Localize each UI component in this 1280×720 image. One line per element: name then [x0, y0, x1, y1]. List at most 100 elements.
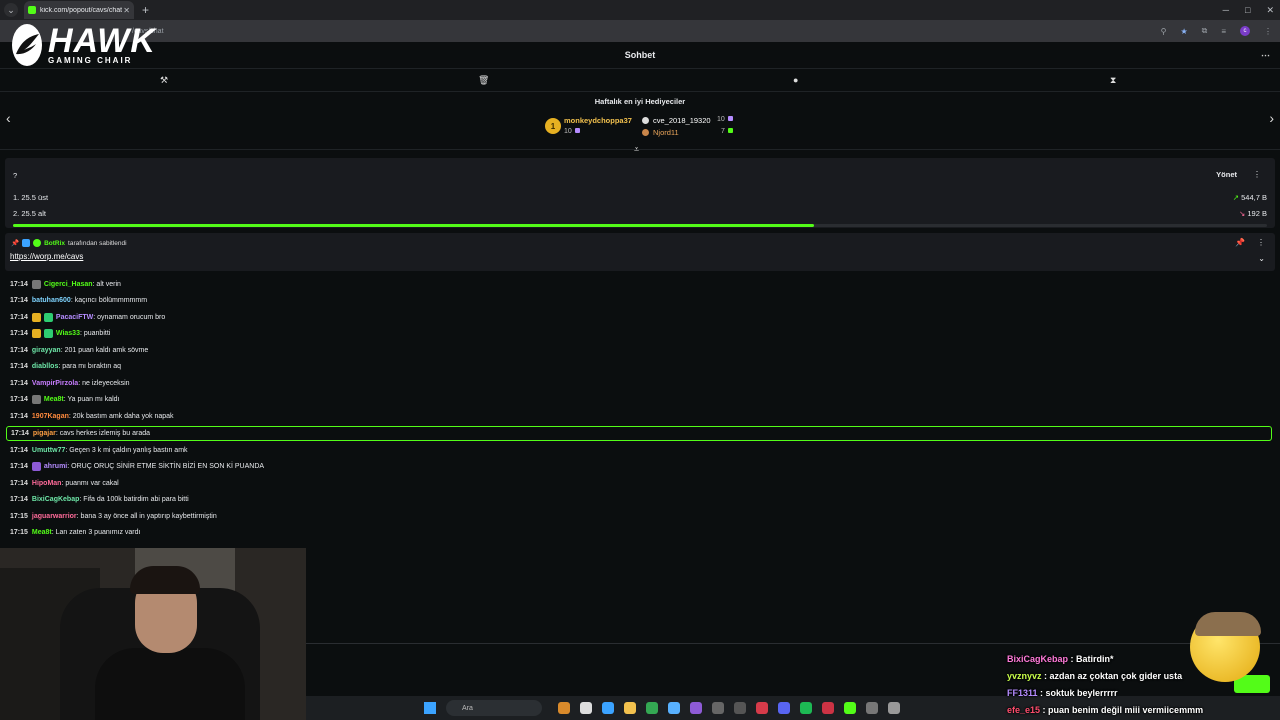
pinned-link[interactable]: https://worp.me/cavs [10, 252, 83, 261]
windows-start-icon[interactable] [424, 702, 436, 714]
gifter-1-name[interactable]: monkeydchoppa37 [564, 116, 632, 125]
pinned-action: tarafından sabitlendi [68, 239, 127, 247]
trend-up-icon: ↗ [1232, 193, 1240, 202]
chat-message[interactable]: 17:14 Cigerci_Hasan: alt verin [10, 277, 1272, 292]
overlay-chat-line: FF1311 : soktuk beylerrrrr [1007, 688, 1118, 698]
chevron-left-icon[interactable]: ‹ [6, 110, 11, 126]
close-window-icon[interactable]: ✕ [1266, 5, 1274, 16]
taskbar-app-icon[interactable] [844, 702, 856, 714]
gifter-badge-icon [43, 313, 53, 322]
poll-option-1-value: ↗ 544,7 B [1232, 193, 1267, 202]
verified-badge-icon [33, 239, 42, 247]
gifter-3-count: 7 [721, 128, 733, 135]
browser-tab[interactable]: kick.com/popout/cavs/chat ✕ [24, 1, 134, 19]
chat-message[interactable]: 17:14 1907Kagan: 20k bastım amk daha yok … [10, 409, 1272, 424]
chat-message[interactable]: 17:14 Mea8t: Ya puan mı kaldı [10, 392, 1272, 407]
bot-badge-icon [22, 239, 31, 247]
chat-message[interactable]: 17:14 Umuttw77: Geçen 3 k mi çaldın yanlı… [10, 443, 1272, 458]
chat-message[interactable]: 17:15 Mea8t: Lan zaten 3 puanımız vardı [10, 525, 1272, 540]
prediction-poll: ? Yönet ⋮ 1. 25.5 üst ↗ 544,7 B 2. 25.5 … [5, 158, 1275, 228]
chat-message[interactable]: 17:14 VampirPirzola: ne izleyeceksin [10, 376, 1272, 391]
taskbar-app-icon[interactable] [866, 702, 878, 714]
chat-bubble-icon[interactable]: ● [793, 75, 798, 85]
poll-option-1[interactable]: 1. 25.5 üst [13, 193, 48, 202]
close-tab-icon[interactable]: ✕ [123, 6, 130, 15]
chat-title: Sohbet [624, 50, 656, 60]
webcam-overlay [0, 548, 306, 720]
zoom-icon[interactable]: ⚲ [1161, 27, 1167, 36]
pinned-author[interactable]: BotRix [44, 240, 65, 247]
hawk-emblem-icon [12, 24, 42, 66]
taskbar-app-icon[interactable] [690, 702, 702, 714]
gift-gem-icon [574, 128, 580, 133]
gift-gem-icon [727, 128, 733, 133]
minimize-icon[interactable]: ─ [1223, 5, 1229, 15]
chat-message[interactable]: 17:14 ahrumi: ORUÇ ORUÇ SİNİR ETME SİKTİN… [10, 459, 1272, 474]
taskbar-app-icon[interactable] [712, 702, 724, 714]
new-tab-icon[interactable]: + [142, 3, 149, 17]
taskbar-app-icon[interactable] [558, 702, 570, 714]
bronze-medal-icon [642, 129, 649, 136]
gifter-2-name: cve_2018_19320 [653, 116, 711, 125]
spotify-icon[interactable] [800, 702, 812, 714]
poll-question: ? [13, 171, 18, 180]
silver-medal-icon [642, 117, 649, 124]
poll-option-2-value: ↘ 192 B [1239, 209, 1267, 218]
poll-more-icon[interactable]: ⋮ [1253, 170, 1261, 179]
chevron-down-icon[interactable]: ⌄ [1258, 254, 1265, 263]
taskbar-app-icon[interactable] [822, 702, 834, 714]
chat-message[interactable]: 17:14 diabllos: para mı bıraktın aq [10, 359, 1272, 374]
taskbar-app-icon[interactable] [668, 702, 680, 714]
bookmark-star-icon[interactable]: ★ [1180, 27, 1187, 36]
trend-down-icon: ↘ [1239, 209, 1246, 218]
profile-avatar[interactable]: c [1240, 26, 1250, 36]
top-gifters-panel: ‹ Haftalık en iyi Hediyeciler 1 monkeydc… [0, 92, 1280, 154]
gifter-3-row[interactable]: Njord11 [642, 128, 679, 137]
taskbar-app-icon[interactable] [580, 702, 592, 714]
unpin-icon[interactable]: 📌 [1235, 238, 1245, 247]
slow-mode-hourglass-icon[interactable]: ⧗ [1110, 75, 1116, 86]
gift-gem-icon [727, 116, 733, 121]
pinned-more-icon[interactable]: ⋮ [1257, 238, 1265, 247]
extensions-icon[interactable]: ⧉ [1202, 26, 1208, 36]
poll-manage-button[interactable]: Yönet [1216, 170, 1237, 179]
trash-icon[interactable]: 🗑 [478, 75, 489, 86]
taskbar-app-icon[interactable] [734, 702, 746, 714]
taskbar-app-icon[interactable] [888, 702, 900, 714]
gifters-title: Haftalık en iyi Hediyeciler [594, 97, 686, 106]
logo-brand: HAWK [48, 21, 156, 60]
chat-message[interactable]: 17:14 PacaciFTW: oynamam orucum bro [10, 310, 1272, 325]
kick-favicon-icon [28, 6, 36, 14]
chevron-right-icon[interactable]: › [1269, 110, 1274, 126]
overlay-emoji-hat [1195, 612, 1261, 636]
taskbar-app-icon[interactable] [602, 702, 614, 714]
chrome-icon[interactable] [646, 702, 658, 714]
chat-message-highlighted[interactable]: 17:14 pigajar: cavs herkes izlemiş bu ara… [6, 426, 1272, 441]
discord-icon[interactable] [778, 702, 790, 714]
browser-menu-icon[interactable]: ⋮ [1264, 27, 1272, 36]
media-icon[interactable]: ≡ [1221, 27, 1226, 36]
chat-message[interactable]: 17:14 Wias33: puanbitti [10, 326, 1272, 341]
sub-badge-icon [31, 462, 41, 471]
poll-progress-bar [13, 224, 815, 227]
gifter-1-count: 10 [564, 128, 580, 135]
maximize-icon[interactable]: □ [1245, 5, 1250, 15]
file-explorer-icon[interactable] [624, 702, 636, 714]
taskbar-app-icon[interactable] [756, 702, 768, 714]
stream-overlay-chat: BixiCagKebap : Batirdin* yvznyvz : azdan… [1007, 652, 1280, 720]
address-bar: /cavs/chat ⚲ ★ ⧉ ≡ c ⋮ [0, 20, 1280, 42]
chat-message[interactable]: 17:15 jaguarwarrior: bana 3 ay önce all i… [10, 509, 1272, 524]
chat-message[interactable]: 17:14 BixiCagKebap: Fifa da 100k batirdim… [10, 492, 1272, 507]
chat-more-icon[interactable]: ⋯ [1261, 50, 1270, 61]
chat-message[interactable]: 17:14 girayyan: 201 puan kaldı amk sövme [10, 343, 1272, 358]
chat-message[interactable]: 17:14 HipoMan: puanmı var cakal [10, 476, 1272, 491]
ban-hammer-icon[interactable]: ⚒ [160, 75, 168, 86]
taskbar-search[interactable]: Ara [446, 700, 542, 716]
poll-option-2[interactable]: 2. 25.5 alt [13, 209, 46, 218]
collapse-icon[interactable]: ⩡ [634, 144, 639, 155]
gifter-2-row[interactable]: cve_2018_19320 [642, 116, 711, 125]
gifter-badge-icon [43, 329, 53, 338]
chat-message[interactable]: 17:14 batuhan600: kaçıncı bölümmmmmm [10, 293, 1272, 308]
overlay-chat-line: yvznyvz : azdan az çoktan çok gider usta [1007, 671, 1183, 681]
tab-search-icon[interactable]: ⌄ [4, 3, 18, 17]
